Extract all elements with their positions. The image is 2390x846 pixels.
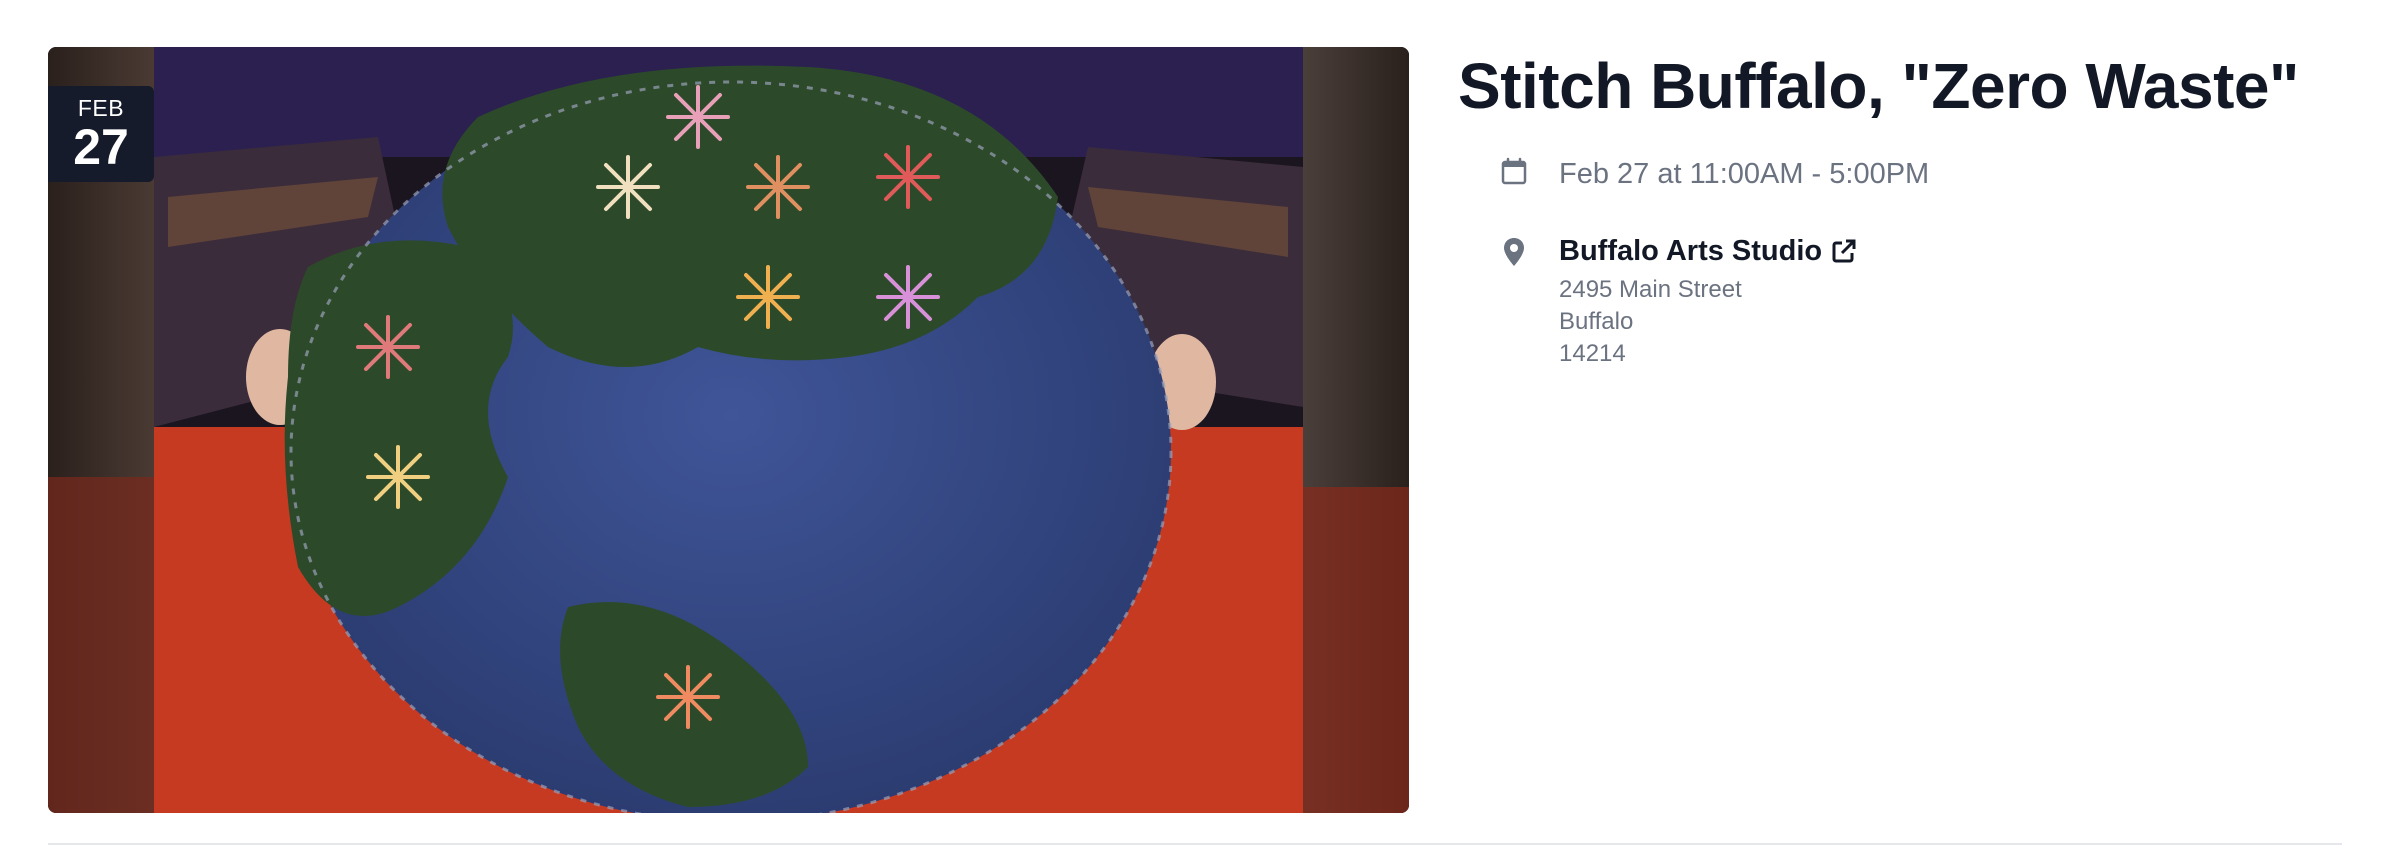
event-details: Stitch Buffalo, "Zero Waste" Feb 27 at 1…	[1458, 46, 2338, 370]
date-badge-month: FEB	[77, 95, 125, 121]
event-time-row: Feb 27 at 11:00AM - 5:00PM	[1458, 154, 2338, 194]
date-badge: FEB 27	[48, 86, 154, 182]
event-page: FEB 27 Stitch Buffalo, "Zero Waste" Feb …	[0, 0, 2390, 846]
embroidered-pillow-image	[48, 47, 1409, 813]
event-image	[48, 47, 1409, 813]
venue-link[interactable]: Buffalo Arts Studio	[1559, 232, 1858, 270]
event-time: Feb 27 at 11:00AM - 5:00PM	[1559, 158, 1930, 190]
venue-zip: 14214	[1559, 340, 1626, 367]
date-badge-day: 27	[73, 119, 129, 175]
venue-name: Buffalo Arts Studio	[1559, 235, 1823, 267]
venue-city: Buffalo	[1559, 308, 1634, 335]
divider	[48, 843, 2342, 845]
venue-street: 2495 Main Street	[1559, 276, 1742, 303]
calendar-icon	[1501, 157, 1527, 185]
map-pin-icon	[1504, 238, 1524, 266]
event-title: Stitch Buffalo, "Zero Waste"	[1458, 50, 2299, 122]
event-location-row: Buffalo Arts Studio 2495 Main Street Buf…	[1458, 232, 2338, 370]
external-link-icon	[1832, 239, 1856, 263]
